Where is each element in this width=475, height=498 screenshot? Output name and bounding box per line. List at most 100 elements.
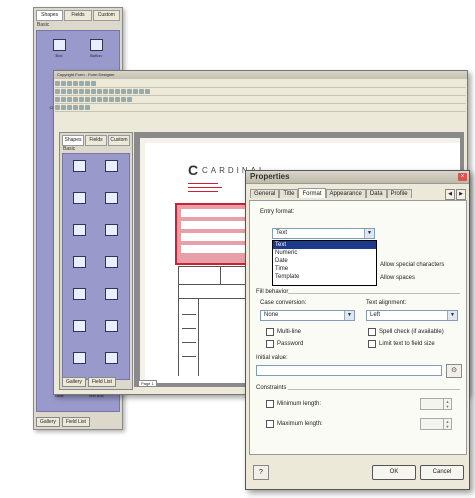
spin-arrows-icon[interactable]: ▲ ▼: [443, 419, 451, 429]
shape-icon: [104, 160, 118, 172]
company-logo-icon: C: [188, 162, 199, 178]
checkbox-icon: [266, 400, 274, 408]
shape-item[interactable]: [95, 160, 127, 172]
spellcheck-checkbox[interactable]: Spell check (if available): [368, 328, 444, 336]
tab-custom[interactable]: Custom: [108, 135, 130, 146]
shape-item-button[interactable]: Button: [77, 39, 115, 58]
entry-format-select[interactable]: Text ▼: [272, 228, 375, 239]
text-alignment-select[interactable]: Left ▼: [366, 310, 458, 321]
tab-profile[interactable]: Profile: [386, 189, 412, 198]
checkbox-icon: [266, 340, 274, 348]
chevron-left-icon[interactable]: ◀: [445, 189, 455, 200]
tab-general[interactable]: General: [250, 189, 280, 198]
shape-item[interactable]: [63, 160, 95, 172]
shape-item[interactable]: [95, 352, 127, 364]
form-field[interactable]: [181, 233, 253, 241]
button-icon: [89, 39, 103, 51]
shape-item[interactable]: [63, 352, 95, 364]
shape-item[interactable]: [95, 224, 127, 236]
toolbar-layout[interactable]: [55, 104, 466, 112]
tab-field-list[interactable]: Field List: [87, 377, 116, 387]
tab-data[interactable]: Data: [365, 189, 387, 198]
properties-dialog: Properties × General Title Format Appear…: [245, 170, 470, 490]
shape-item[interactable]: [63, 288, 95, 300]
limit-text-checkbox[interactable]: Limit text to field size: [368, 340, 435, 348]
shape-item[interactable]: [95, 320, 127, 332]
shape-item[interactable]: [63, 192, 95, 204]
shape-item[interactable]: [63, 320, 95, 332]
initial-value-picker-icon[interactable]: ⊙: [446, 364, 462, 378]
form-field[interactable]: [181, 221, 253, 229]
tab-shapes[interactable]: Shapes: [36, 10, 64, 21]
password-checkbox[interactable]: Password: [266, 340, 303, 348]
tab-title[interactable]: Title: [279, 189, 299, 198]
shape-icon: [72, 256, 86, 268]
tab-gallery[interactable]: Gallery: [62, 377, 86, 387]
multiline-checkbox[interactable]: Multi-line: [266, 328, 301, 336]
properties-title-bar[interactable]: Properties ×: [246, 171, 469, 184]
min-length-stepper[interactable]: ▲ ▼: [420, 398, 452, 410]
help-icon[interactable]: ?: [253, 465, 269, 480]
constraints-label: Constraints: [256, 385, 287, 391]
dropdown-option[interactable]: Text: [273, 241, 376, 249]
chevron-down-icon[interactable]: ▼: [344, 311, 354, 320]
table-line: [198, 298, 199, 376]
tab-fields[interactable]: Fields: [64, 10, 92, 21]
tab-gallery[interactable]: Gallery: [36, 417, 60, 427]
chevron-down-icon[interactable]: ▼: [447, 311, 457, 320]
shape-item-box[interactable]: Box: [40, 39, 78, 58]
case-conversion-select[interactable]: None ▼: [260, 310, 355, 321]
case-conversion-label: Case conversion:: [260, 300, 307, 306]
inner-shapes-list: [62, 153, 130, 380]
allow-spaces-label[interactable]: Allow spaces: [380, 275, 415, 281]
address-line: [188, 191, 218, 192]
dialog-title: Properties: [250, 172, 290, 181]
chevron-down-icon[interactable]: ▼: [364, 229, 374, 238]
allow-special-label[interactable]: Allow special characters: [380, 262, 444, 268]
properties-tabs: General Title Format Appearance Data Pro…: [250, 188, 412, 198]
separator: [288, 293, 460, 294]
form-field[interactable]: [181, 209, 253, 217]
ok-button[interactable]: OK: [372, 465, 416, 480]
initial-value-label: Initial value:: [256, 355, 288, 361]
dropdown-option[interactable]: Numeric: [273, 249, 376, 257]
back-panel-tabs: Shapes Fields Custom: [36, 10, 120, 21]
tab-fields[interactable]: Fields: [85, 135, 107, 146]
shape-icon: [104, 224, 118, 236]
dropdown-option[interactable]: Time: [273, 265, 376, 273]
close-icon[interactable]: ×: [458, 173, 467, 181]
chevron-right-icon[interactable]: ▶: [456, 189, 466, 200]
checkbox-icon: [266, 420, 274, 428]
max-length-stepper[interactable]: ▲ ▼: [420, 418, 452, 430]
shape-item[interactable]: [95, 288, 127, 300]
page-tab[interactable]: Page 1: [138, 380, 157, 387]
tab-format[interactable]: Format: [298, 188, 326, 198]
shape-item[interactable]: [63, 224, 95, 236]
table-line: [178, 266, 179, 376]
min-length-checkbox[interactable]: Minimum length:: [266, 400, 321, 408]
dropdown-option[interactable]: Date: [273, 257, 376, 265]
spin-arrows-icon[interactable]: ▲ ▼: [443, 399, 451, 409]
inner-panel-tabs: Shapes Fields Custom: [62, 135, 130, 146]
toolbar-standard[interactable]: [55, 88, 466, 96]
back-bottom-tabs: Gallery Field List: [36, 417, 90, 427]
shape-icon: [104, 256, 118, 268]
menu-bar[interactable]: [55, 80, 466, 88]
max-length-checkbox[interactable]: Maximum length:: [266, 420, 323, 428]
table-line: [182, 314, 196, 315]
cancel-button[interactable]: Cancel: [420, 465, 464, 480]
shape-item[interactable]: [95, 256, 127, 268]
tab-field-list[interactable]: Field List: [61, 417, 90, 427]
tab-shapes[interactable]: Shapes: [62, 135, 84, 146]
dropdown-option[interactable]: Template: [273, 273, 376, 281]
toolbar-format[interactable]: [55, 96, 466, 104]
form-field[interactable]: [181, 245, 253, 253]
tab-custom[interactable]: Custom: [92, 10, 120, 21]
inner-category-label: Basic: [63, 146, 76, 152]
initial-value-input[interactable]: [256, 365, 442, 376]
tab-appearance[interactable]: Appearance: [325, 189, 366, 198]
shape-item[interactable]: [95, 192, 127, 204]
category-label: Basic: [37, 22, 50, 28]
shape-item[interactable]: [63, 256, 95, 268]
table-line: [182, 356, 196, 357]
